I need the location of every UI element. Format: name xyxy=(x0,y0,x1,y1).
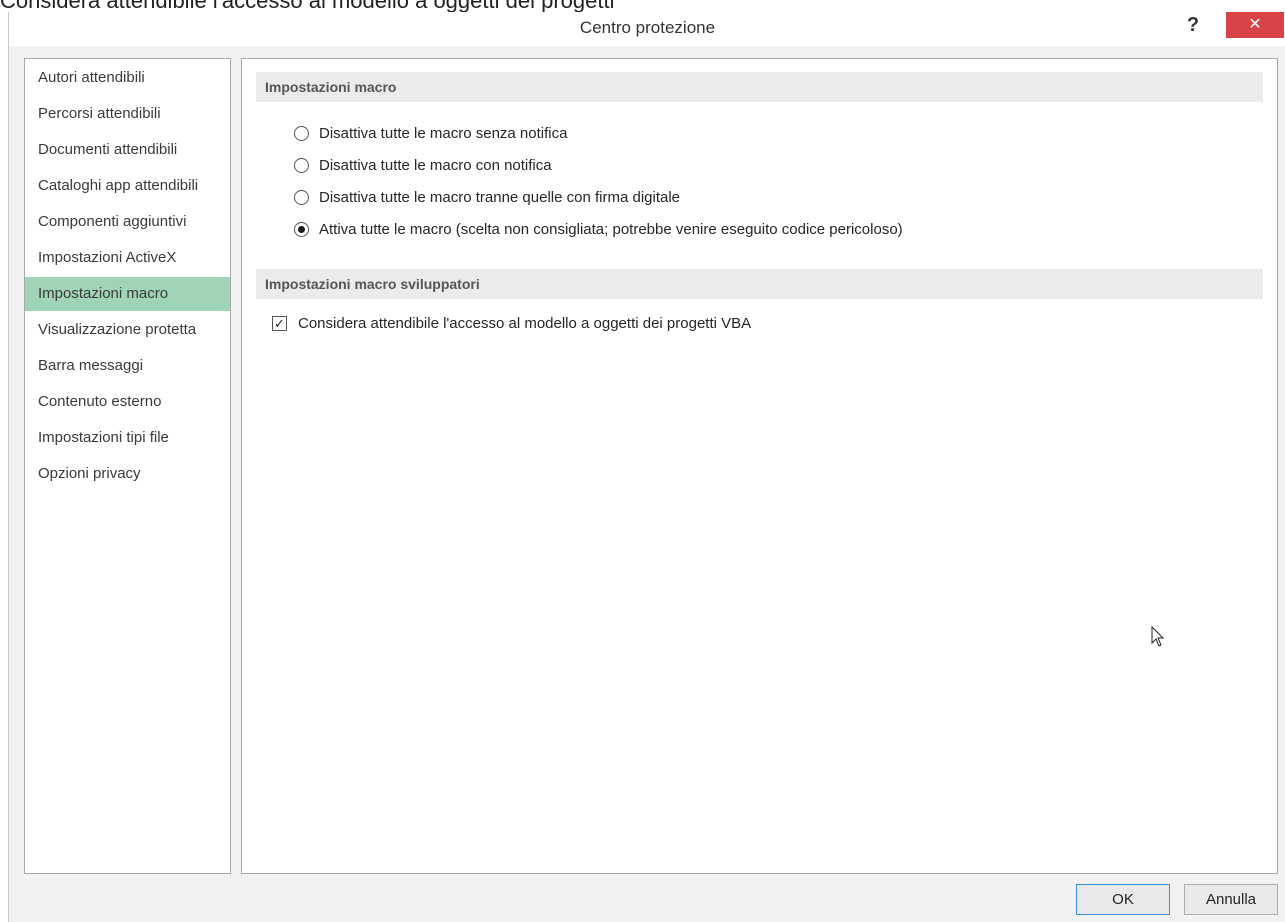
trust-center-dialog: Centro protezione ? ✕ Autori attendibili… xyxy=(8,12,1285,922)
radio-button[interactable] xyxy=(294,125,309,141)
radio-button-selected[interactable] xyxy=(294,221,309,237)
macro-settings-header: Impostazioni macro xyxy=(256,72,1263,102)
sidebar-item-impostazioni-macro[interactable]: Impostazioni macro xyxy=(25,277,230,311)
title-bar: Centro protezione ? ✕ xyxy=(9,12,1285,46)
mouse-cursor-icon xyxy=(1151,626,1165,647)
sidebar-item-autori-attendibili[interactable]: Autori attendibili xyxy=(25,61,230,95)
radio-disable-except-signed[interactable]: Disattiva tutte le macro tranne quelle c… xyxy=(294,186,680,208)
checkbox-label: Considera attendibile l'accesso al model… xyxy=(298,314,752,332)
radio-disable-no-notification[interactable]: Disattiva tutte le macro senza notifica xyxy=(294,122,567,144)
category-sidebar: Autori attendibili Percorsi attendibili … xyxy=(24,58,231,874)
background-window-text: Considera attendibile l'accesso al model… xyxy=(0,0,900,12)
close-button[interactable]: ✕ xyxy=(1226,12,1284,38)
sidebar-item-documenti-attendibili[interactable]: Documenti attendibili xyxy=(25,133,230,167)
radio-label: Attiva tutte le macro (scelta non consig… xyxy=(319,220,903,238)
radio-button[interactable] xyxy=(294,189,309,205)
sidebar-item-contenuto-esterno[interactable]: Contenuto esterno xyxy=(25,385,230,419)
sidebar-item-componenti-aggiuntivi[interactable]: Componenti aggiuntivi xyxy=(25,205,230,239)
settings-panel: Impostazioni macro Disattiva tutte le ma… xyxy=(241,58,1278,874)
radio-label: Disattiva tutte le macro tranne quelle c… xyxy=(319,188,681,206)
help-button[interactable]: ? xyxy=(1180,12,1206,40)
sidebar-item-opzioni-privacy[interactable]: Opzioni privacy xyxy=(25,457,230,491)
radio-label: Disattiva tutte le macro con notifica xyxy=(319,156,552,174)
cancel-button[interactable]: Annulla xyxy=(1184,884,1278,915)
sidebar-item-cataloghi-app[interactable]: Cataloghi app attendibili xyxy=(25,169,230,203)
sidebar-item-impostazioni-activex[interactable]: Impostazioni ActiveX xyxy=(25,241,230,275)
radio-label: Disattiva tutte le macro senza notifica xyxy=(319,124,568,142)
vba-access-checkbox-row[interactable]: ✓ Considera attendibile l'accesso al mod… xyxy=(272,312,751,334)
radio-enable-all-macros[interactable]: Attiva tutte le macro (scelta non consig… xyxy=(294,218,903,240)
sidebar-item-barra-messaggi[interactable]: Barra messaggi xyxy=(25,349,230,383)
sidebar-item-visualizzazione-protetta[interactable]: Visualizzazione protetta xyxy=(25,313,230,347)
ok-button[interactable]: OK xyxy=(1076,884,1170,915)
developer-settings-header: Impostazioni macro sviluppatori xyxy=(256,269,1263,299)
sidebar-item-impostazioni-tipi-file[interactable]: Impostazioni tipi file xyxy=(25,421,230,455)
radio-button[interactable] xyxy=(294,157,309,173)
vba-access-checkbox[interactable]: ✓ xyxy=(272,315,287,331)
sidebar-item-percorsi-attendibili[interactable]: Percorsi attendibili xyxy=(25,97,230,131)
radio-disable-with-notification[interactable]: Disattiva tutte le macro con notifica xyxy=(294,154,552,176)
dialog-title: Centro protezione xyxy=(579,18,716,37)
